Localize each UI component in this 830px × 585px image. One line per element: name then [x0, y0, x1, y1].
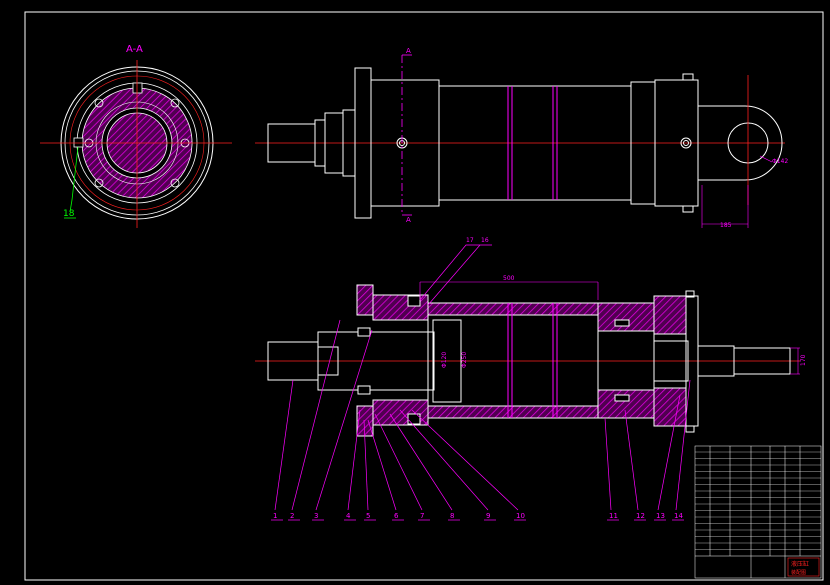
rod-dimension: Φ120 [441, 352, 448, 368]
section-view-a-a: A-A 18 [40, 44, 232, 228]
part-number-8: 8 [450, 512, 454, 520]
cut-mark-top: A [406, 47, 411, 55]
section-callout: 18 [63, 209, 75, 219]
section-title: A-A [126, 44, 143, 55]
part-number-labels: 1 2 3 4 5 6 7 8 9 10 11 12 13 14 [271, 512, 684, 521]
top-callout-leaders [419, 244, 492, 306]
part-number-3: 3 [314, 512, 318, 520]
assembly-section-view [255, 281, 800, 437]
eye-diameter-dimension: Φ142 [772, 158, 788, 165]
part-number-14: 14 [674, 512, 683, 520]
part-number-13: 13 [656, 512, 665, 520]
rod-end-dimension: 170 [800, 354, 807, 366]
drawing-subtitle: 装配图 [791, 569, 806, 576]
part-number-9: 9 [486, 512, 490, 520]
cut-mark-bottom: A [406, 216, 411, 224]
engineering-drawing: A-A 18 A A Φ142 185 500 Φ250 Φ120 170 17… [24, 11, 824, 581]
part-number-12: 12 [636, 512, 645, 520]
eye-offset-dimension: 185 [720, 222, 732, 229]
part-number-4: 4 [346, 512, 351, 520]
part-number-2: 2 [290, 512, 294, 520]
part-number-10: 10 [516, 512, 525, 520]
stroke-dimension: 500 [503, 275, 515, 282]
part-number-7: 7 [420, 512, 424, 520]
exterior-view [255, 54, 785, 228]
part-number-5: 5 [366, 512, 370, 520]
part-number-11: 11 [609, 512, 618, 520]
part-number-1: 1 [273, 512, 277, 520]
part-number-6: 6 [394, 512, 399, 520]
callout-16: 16 [481, 237, 489, 244]
bore-dimension: Φ250 [461, 352, 468, 368]
callout-17: 17 [466, 237, 474, 244]
drawing-title: 液压缸 [791, 560, 809, 568]
title-block-rows [695, 451, 821, 550]
